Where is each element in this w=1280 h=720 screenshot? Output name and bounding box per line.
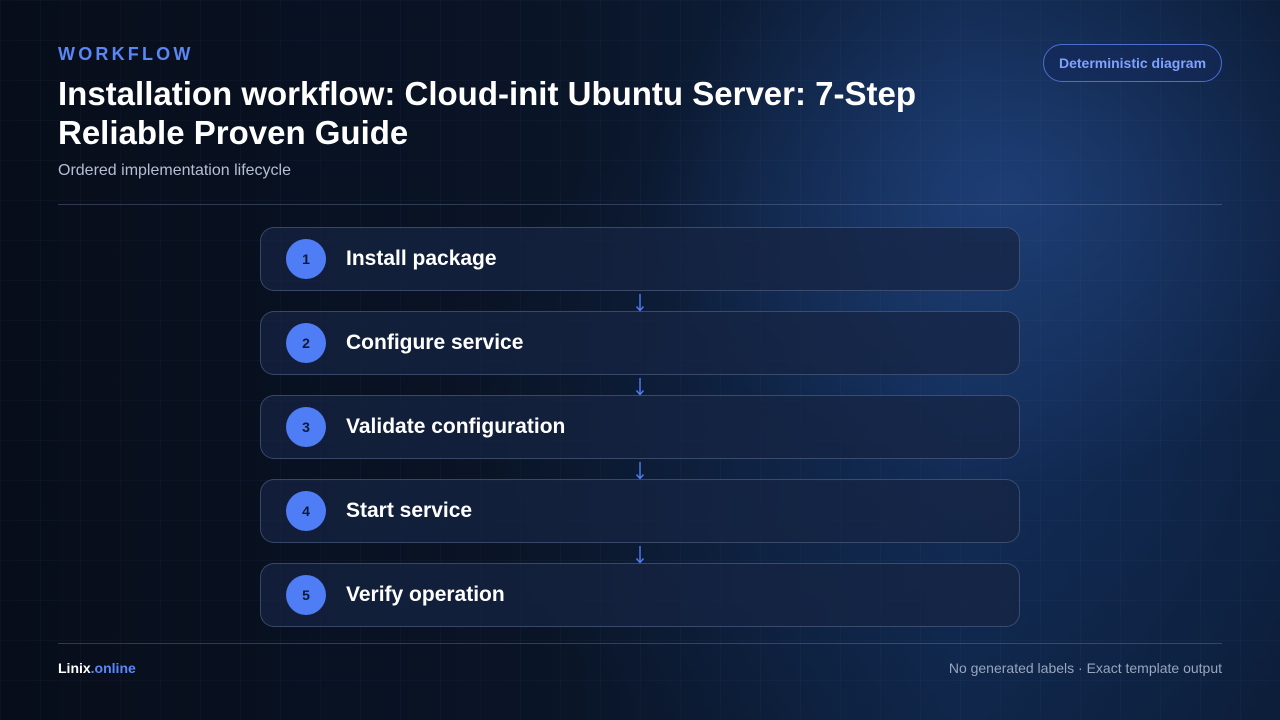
workflow-step-5: 5 Verify operation	[260, 563, 1020, 627]
step-number-badge: 3	[286, 407, 326, 447]
step-number-badge: 1	[286, 239, 326, 279]
step-label: Configure service	[346, 331, 524, 354]
workflow-step-4: 4 Start service	[260, 479, 1020, 543]
page-title: Installation workflow: Cloud-init Ubuntu…	[58, 75, 917, 151]
step-label: Install package	[346, 247, 497, 270]
workflow-step-2: 2 Configure service	[260, 311, 1020, 375]
step-number-badge: 2	[286, 323, 326, 363]
brand-suffix: .online	[90, 660, 136, 676]
step-number-badge: 5	[286, 575, 326, 615]
step-label: Validate configuration	[346, 415, 566, 438]
page-subtitle: Ordered implementation lifecycle	[58, 162, 291, 179]
brand-logo[interactable]: Linix.online	[58, 660, 136, 676]
step-label: Start service	[346, 499, 473, 522]
workflow-step-1: 1 Install package	[260, 227, 1020, 291]
arrow-down-icon	[635, 294, 645, 312]
footer-divider	[58, 643, 1222, 644]
workflow-step-3: 3 Validate configuration	[260, 395, 1020, 459]
arrow-down-icon	[635, 378, 645, 396]
header-divider	[58, 204, 1222, 205]
arrow-down-icon	[635, 546, 645, 564]
step-label: Verify operation	[346, 583, 505, 606]
diagram-type-badge: Deterministic diagram	[1043, 44, 1222, 82]
brand-name: Linix	[58, 660, 91, 676]
footer-note: No generated labels · Exact template out…	[948, 660, 1222, 676]
step-number-badge: 4	[286, 491, 326, 531]
arrow-down-icon	[635, 462, 645, 480]
section-eyebrow: WORKFLOW	[58, 44, 194, 64]
